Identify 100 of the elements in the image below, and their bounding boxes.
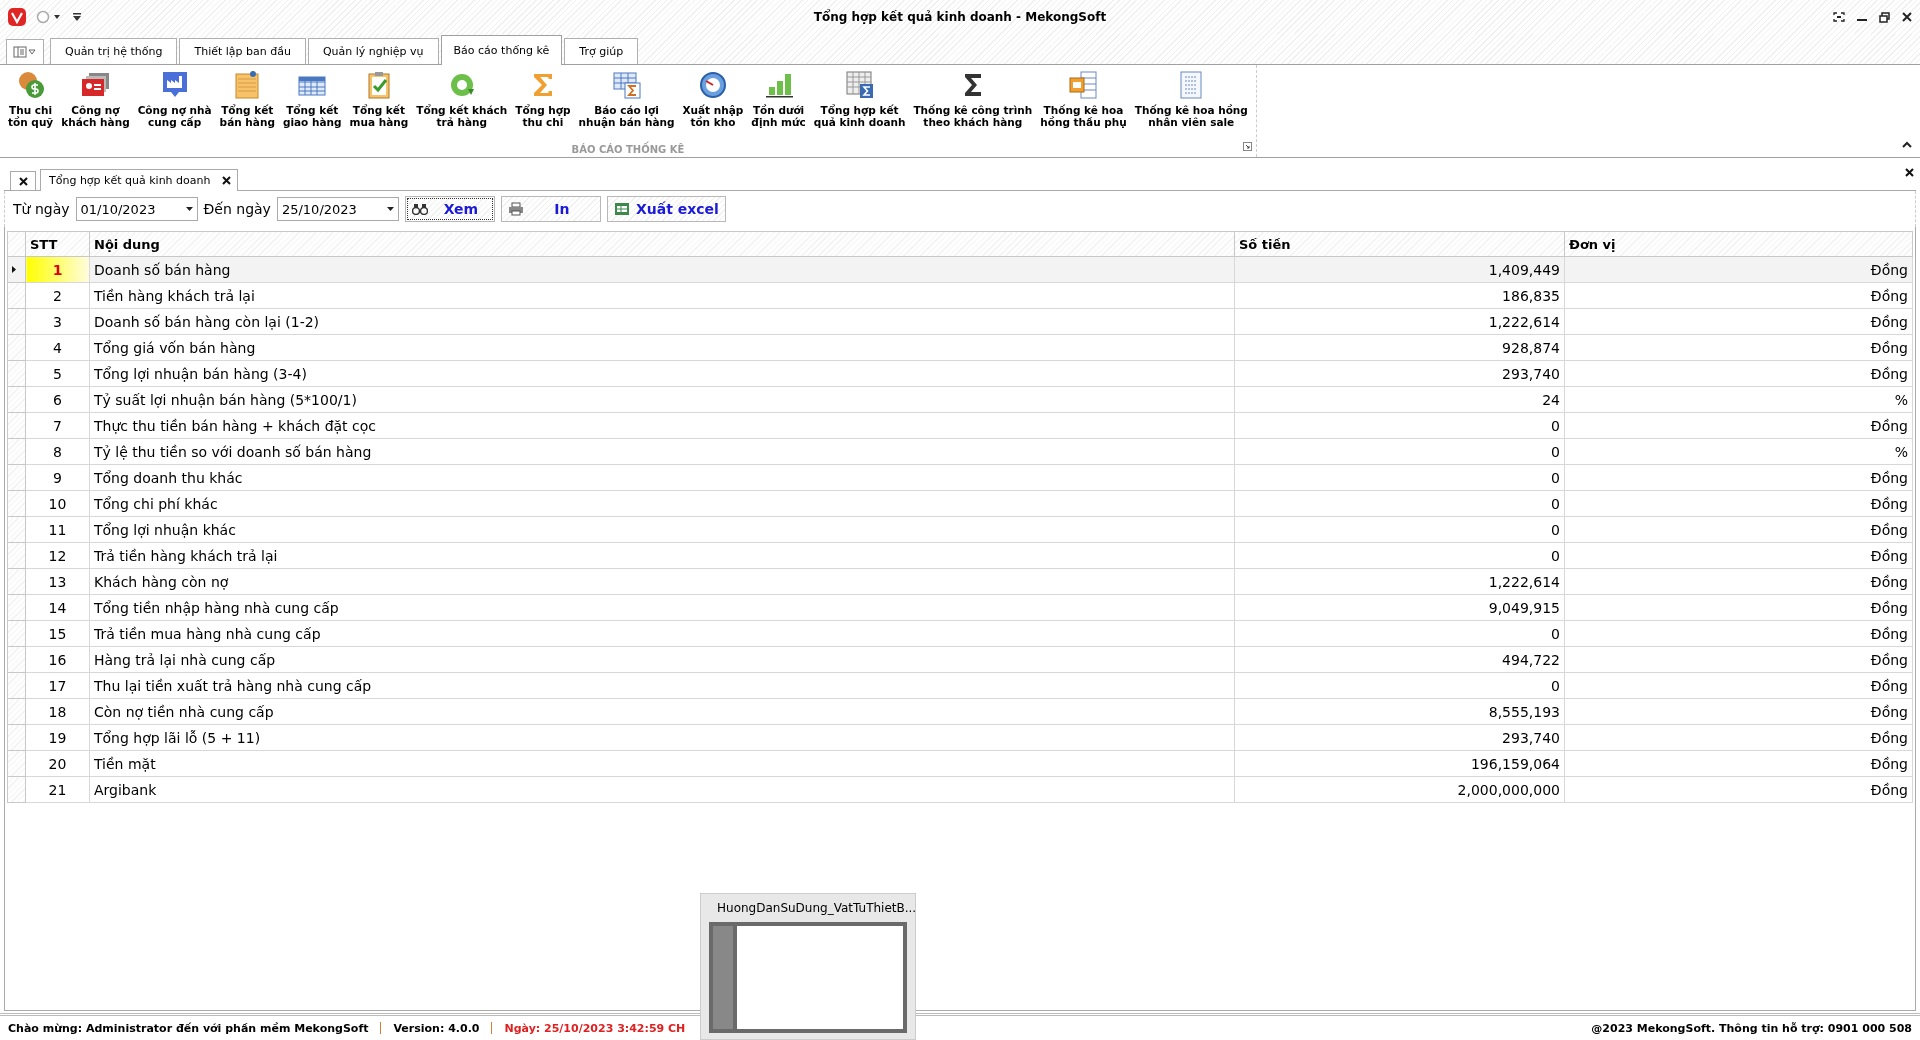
- row-number: 12: [25, 542, 90, 569]
- column-header[interactable]: STT: [25, 231, 90, 257]
- table-cell: Doanh số bán hàng còn lại (1-2): [89, 308, 1235, 335]
- unit-cell: Đồng: [1564, 724, 1913, 751]
- print-button[interactable]: In: [500, 196, 601, 222]
- unit-cell: Đồng: [1564, 334, 1913, 361]
- taskbar-preview[interactable]: HuongDanSuDung_VatTuThietB...: [700, 893, 916, 1040]
- amount-cell: 0: [1234, 438, 1565, 465]
- ribbon-button[interactable]: Tổng kết mua hàng: [345, 65, 413, 128]
- unit-cell: Đồng: [1564, 568, 1913, 595]
- ribbon-button[interactable]: Báo cáo lợi nhuận bán hàng: [574, 65, 679, 128]
- amount-cell: 494,722: [1234, 646, 1565, 673]
- window-title: Tổng hợp kết quả kinh doanh - MekongSoft: [813, 10, 1107, 24]
- amount-cell: 2,000,000,000: [1234, 776, 1565, 803]
- spreadsheet-icon: [613, 202, 630, 216]
- ribbon-button[interactable]: Tổng kết giao hàng: [278, 65, 346, 128]
- unit-cell: Đồng: [1564, 672, 1913, 699]
- ribbon-button[interactable]: Công nợ nhà cung cấp: [133, 65, 216, 128]
- close-icon[interactable]: [222, 176, 232, 185]
- table-cell: Tổng lợi nhuận bán hàng (3-4): [89, 360, 1235, 387]
- export-excel-button[interactable]: Xuất excel: [606, 196, 726, 222]
- column-header[interactable]: Số tiền: [1234, 231, 1565, 257]
- row-number: 5: [25, 360, 90, 387]
- row-number: 19: [25, 724, 90, 751]
- amount-cell: 196,159,064: [1234, 750, 1565, 777]
- unit-cell: Đồng: [1564, 256, 1913, 283]
- ribbon-tab[interactable]: Quản trị hệ thống: [50, 38, 178, 64]
- ribbon-button[interactable]: Thống kê công trình theo khách hàng: [909, 65, 1037, 128]
- unit-cell: Đồng: [1564, 464, 1913, 491]
- unit-cell: Đồng: [1564, 490, 1913, 517]
- ribbon-tab[interactable]: Báo cáo thống kê: [440, 35, 563, 65]
- ribbon-tab[interactable]: Quản lý nghiệp vụ: [307, 38, 439, 64]
- close-icon[interactable]: [1902, 12, 1912, 22]
- unit-cell: Đồng: [1564, 542, 1913, 569]
- unit-cell: Đồng: [1564, 594, 1913, 621]
- table-cell: Tiền hàng khách trả lại: [89, 282, 1235, 309]
- row-number: 15: [25, 620, 90, 647]
- view-button[interactable]: Xem: [404, 196, 495, 222]
- ribbon-tab[interactable]: Trợ giúp: [564, 38, 639, 64]
- row-number: 16: [25, 646, 90, 673]
- collapse-ribbon-icon[interactable]: [1902, 141, 1912, 148]
- ribbon-tab[interactable]: Thiết lập ban đầu: [179, 38, 306, 64]
- sigma-table-icon: [610, 69, 643, 101]
- list-document-icon: [1067, 69, 1100, 101]
- row-number: 21: [25, 776, 90, 803]
- support-text: @2023 MekongSoft. Thông tin hỗ trợ: 0901 000 508: [1591, 1021, 1912, 1035]
- ribbon-button[interactable]: Tổng hợp kết quả kinh doanh: [809, 65, 910, 128]
- restore-icon[interactable]: [1879, 11, 1890, 23]
- ribbon-button[interactable]: Thống kê hoa hồng thầu phụ: [1036, 65, 1131, 128]
- welcome-text: Chào mừng: Administrator đến với phần mềm MekongSoft: [8, 1021, 369, 1035]
- ribbon-button[interactable]: Thống kê hoa hồng nhân viên sale: [1130, 65, 1252, 128]
- column-header[interactable]: Đơn vị: [1564, 231, 1913, 257]
- ribbon-button[interactable]: Tồn dưới định mức: [747, 65, 810, 128]
- unit-cell: Đồng: [1564, 698, 1913, 725]
- date-dropdown[interactable]: 01/10/2023: [75, 197, 198, 221]
- amount-cell: 186,835: [1234, 282, 1565, 309]
- row-number: 14: [25, 594, 90, 621]
- ribbon-button[interactable]: Tổng kết khách trả hàng: [412, 65, 512, 128]
- close-icon[interactable]: [1905, 168, 1914, 177]
- row-number: 18: [25, 698, 90, 725]
- unit-cell: Đồng: [1564, 412, 1913, 439]
- app-logo-icon[interactable]: [8, 8, 26, 26]
- ribbon-button[interactable]: Tổng hợp thu chi: [511, 65, 575, 128]
- column-header[interactable]: Nội dung: [89, 231, 1235, 257]
- amount-cell: 0: [1234, 490, 1565, 517]
- fullscreen-icon[interactable]: [1833, 12, 1845, 22]
- unit-cell: Đồng: [1564, 750, 1913, 777]
- table-cell: Tổng chi phí khác: [89, 490, 1235, 517]
- amount-cell: 1,409,449: [1234, 256, 1565, 283]
- table-cell: Doanh số bán hàng: [89, 256, 1235, 283]
- ribbon-button[interactable]: Tổng kết bán hàng: [215, 65, 279, 128]
- amount-cell: 0: [1234, 542, 1565, 569]
- amount-cell: 928,874: [1234, 334, 1565, 361]
- preview-title: HuongDanSuDung_VatTuThietB...: [717, 901, 917, 915]
- customize-toolbar-icon[interactable]: [72, 12, 82, 22]
- ribbon-button[interactable]: Thu chi tồn quỹ: [4, 65, 58, 128]
- unit-cell: Đồng: [1564, 308, 1913, 335]
- ribbon-button[interactable]: Xuất nhập tồn kho: [678, 65, 748, 128]
- row-number: 20: [25, 750, 90, 777]
- circle-dropdown-icon[interactable]: [36, 10, 62, 24]
- sigma-grid-icon: [843, 69, 876, 101]
- row-number: 3: [25, 308, 90, 335]
- table-cell: Hàng trả lại nhà cung cấp: [89, 646, 1235, 673]
- table-cell: Tỷ lệ thu tiền so với doanh số bán hàng: [89, 438, 1235, 465]
- amount-cell: 0: [1234, 464, 1565, 491]
- table-cell: Thu lại tiền xuất trả hàng nhà cung cấp: [89, 672, 1235, 699]
- unit-cell: Đồng: [1564, 776, 1913, 803]
- row-number: 4: [25, 334, 90, 361]
- ribbon-button[interactable]: Công nợ khách hàng: [57, 65, 134, 128]
- dialog-launcher-icon[interactable]: [1242, 142, 1252, 151]
- table-cell: Tổng lợi nhuận khác: [89, 516, 1235, 543]
- table-cell: Trả tiền mua hàng nhà cung cấp: [89, 620, 1235, 647]
- table-cell: Tổng hợp lãi lỗ (5 + 11): [89, 724, 1235, 751]
- row-number: 7: [25, 412, 90, 439]
- date-dropdown[interactable]: 25/10/2023: [276, 197, 399, 221]
- table-cell: Tổng giá vốn bán hàng: [89, 334, 1235, 361]
- close-all-tabs-button[interactable]: [10, 171, 36, 190]
- dropdown-caret-icon: [185, 207, 193, 211]
- amount-cell: 1,222,614: [1234, 568, 1565, 595]
- table-cell: Tiền mặt: [89, 750, 1235, 777]
